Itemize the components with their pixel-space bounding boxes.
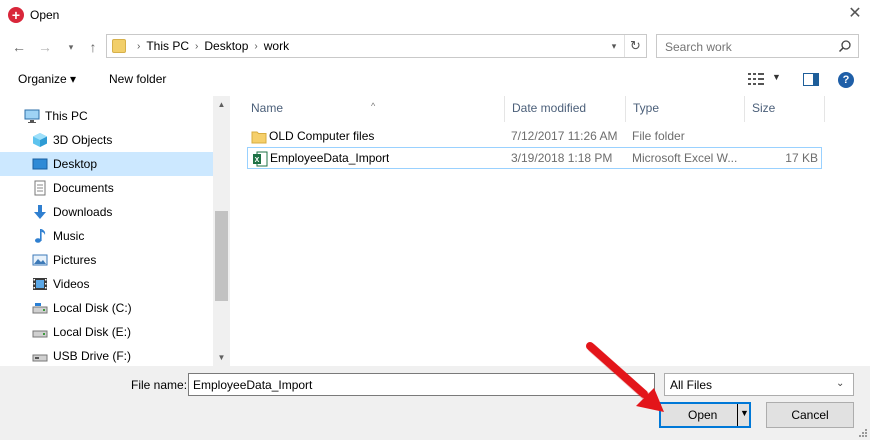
breadcrumb: › This PC › Desktop › work bbox=[131, 35, 289, 57]
view-options-icon[interactable] bbox=[748, 73, 764, 85]
table-row[interactable]: X EmployeeData_Import 3/19/2018 1:18 PM … bbox=[247, 147, 822, 169]
sidebar-item-documents[interactable]: Documents bbox=[0, 176, 213, 200]
folder-icon bbox=[251, 131, 267, 144]
sidebar-item-videos[interactable]: Videos bbox=[0, 272, 213, 296]
breadcrumb-this-pc[interactable]: This PC bbox=[146, 39, 189, 53]
breadcrumb-work[interactable]: work bbox=[264, 39, 289, 53]
search-input[interactable] bbox=[665, 40, 835, 54]
music-icon bbox=[35, 229, 46, 243]
folder-icon bbox=[112, 39, 126, 53]
sidebar-item-music[interactable]: Music bbox=[0, 224, 213, 248]
column-header-date-modified[interactable]: Date modified bbox=[505, 96, 626, 122]
sidebar-item-local-disk-c[interactable]: Local Disk (C:) bbox=[0, 296, 213, 320]
up-arrow-icon[interactable]: ↑ bbox=[84, 36, 102, 58]
scroll-down-icon[interactable]: ▼ bbox=[213, 349, 230, 366]
sort-ascending-icon: ^ bbox=[371, 101, 376, 111]
usb-drive-icon bbox=[32, 354, 48, 362]
navigation-pane: This PC 3D Objects Desktop Documents Dow… bbox=[0, 96, 230, 366]
view-dropdown-chevron-icon[interactable]: ▼ bbox=[772, 72, 781, 82]
navigation-scrollbar[interactable]: ▲ ▼ bbox=[213, 96, 230, 366]
excel-icon: X bbox=[253, 151, 268, 167]
file-name-input[interactable] bbox=[188, 373, 655, 396]
window-title: Open bbox=[30, 8, 60, 22]
search-icon[interactable] bbox=[838, 39, 852, 53]
back-arrow-icon[interactable]: ← bbox=[10, 36, 28, 58]
preview-pane-icon[interactable] bbox=[803, 73, 819, 86]
dialog-footer: File name: All Files ⌄ Open ▼ Cancel bbox=[0, 366, 870, 440]
chevron-right-icon[interactable]: › bbox=[189, 41, 204, 52]
svg-text:X: X bbox=[255, 157, 260, 164]
address-bar[interactable]: › This PC › Desktop › work ▾ ↻ bbox=[106, 34, 647, 58]
column-header-size[interactable]: Size bbox=[745, 96, 825, 122]
column-header-type[interactable]: Type bbox=[626, 96, 745, 122]
new-folder-button[interactable]: New folder bbox=[109, 72, 166, 86]
column-header-name[interactable]: Name ^ bbox=[233, 96, 505, 122]
recent-locations-chevron-icon[interactable]: ▾ bbox=[64, 36, 78, 58]
breadcrumb-desktop[interactable]: Desktop bbox=[204, 39, 248, 53]
pc-icon bbox=[24, 109, 40, 123]
sidebar-item-usb-drive-f[interactable]: USB Drive (F:) bbox=[0, 344, 213, 368]
sidebar-item-downloads[interactable]: Downloads bbox=[0, 200, 213, 224]
documents-icon bbox=[34, 180, 46, 196]
desktop-icon bbox=[32, 158, 48, 170]
scroll-up-icon[interactable]: ▲ bbox=[213, 96, 230, 113]
help-icon[interactable]: ? bbox=[838, 72, 854, 88]
drive-icon bbox=[32, 303, 48, 314]
split-divider bbox=[737, 404, 738, 426]
file-name-label: File name: bbox=[131, 378, 188, 392]
sidebar-item-local-disk-e[interactable]: Local Disk (E:) bbox=[0, 320, 213, 344]
sidebar-item-desktop[interactable]: Desktop bbox=[0, 152, 213, 176]
chevron-right-icon[interactable]: › bbox=[131, 41, 146, 52]
app-icon: + bbox=[8, 7, 24, 23]
title-bar: + Open ✕ bbox=[0, 0, 870, 30]
pictures-icon bbox=[32, 254, 48, 266]
search-box[interactable] bbox=[656, 34, 859, 58]
refresh-icon[interactable]: ↻ bbox=[624, 35, 646, 57]
file-type-select[interactable]: All Files ⌄ bbox=[664, 373, 854, 396]
forward-arrow-icon[interactable]: → bbox=[36, 36, 54, 58]
resize-grip-icon[interactable] bbox=[856, 426, 868, 438]
cube-icon bbox=[33, 133, 47, 147]
command-toolbar: Organize ▾ New folder ▼ ? bbox=[0, 64, 870, 94]
open-options-chevron-icon[interactable]: ▼ bbox=[740, 408, 749, 418]
chevron-down-icon[interactable]: ⌄ bbox=[836, 378, 844, 389]
videos-icon bbox=[33, 278, 47, 290]
chevron-down-icon[interactable]: ▾ bbox=[605, 35, 623, 57]
table-row[interactable]: OLD Computer files 7/12/2017 11:26 AM Fi… bbox=[247, 126, 822, 148]
drive-icon bbox=[32, 330, 48, 338]
close-icon[interactable]: ✕ bbox=[845, 4, 865, 24]
file-list: Name ^ Date modified Type Size OLD Compu… bbox=[233, 96, 870, 366]
scrollbar-thumb[interactable] bbox=[215, 211, 228, 301]
sidebar-item-this-pc[interactable]: This PC bbox=[0, 104, 213, 128]
sidebar-item-pictures[interactable]: Pictures bbox=[0, 248, 213, 272]
organize-button[interactable]: Organize ▾ bbox=[18, 72, 76, 86]
cancel-button[interactable]: Cancel bbox=[766, 402, 854, 428]
chevron-right-icon[interactable]: › bbox=[248, 41, 263, 52]
sidebar-item-3d-objects[interactable]: 3D Objects bbox=[0, 128, 213, 152]
navigation-bar: ← → ▾ ↑ › This PC › Desktop › work ▾ ↻ bbox=[0, 34, 870, 60]
downloads-icon bbox=[34, 205, 46, 219]
open-button[interactable]: Open ▼ bbox=[659, 402, 751, 428]
